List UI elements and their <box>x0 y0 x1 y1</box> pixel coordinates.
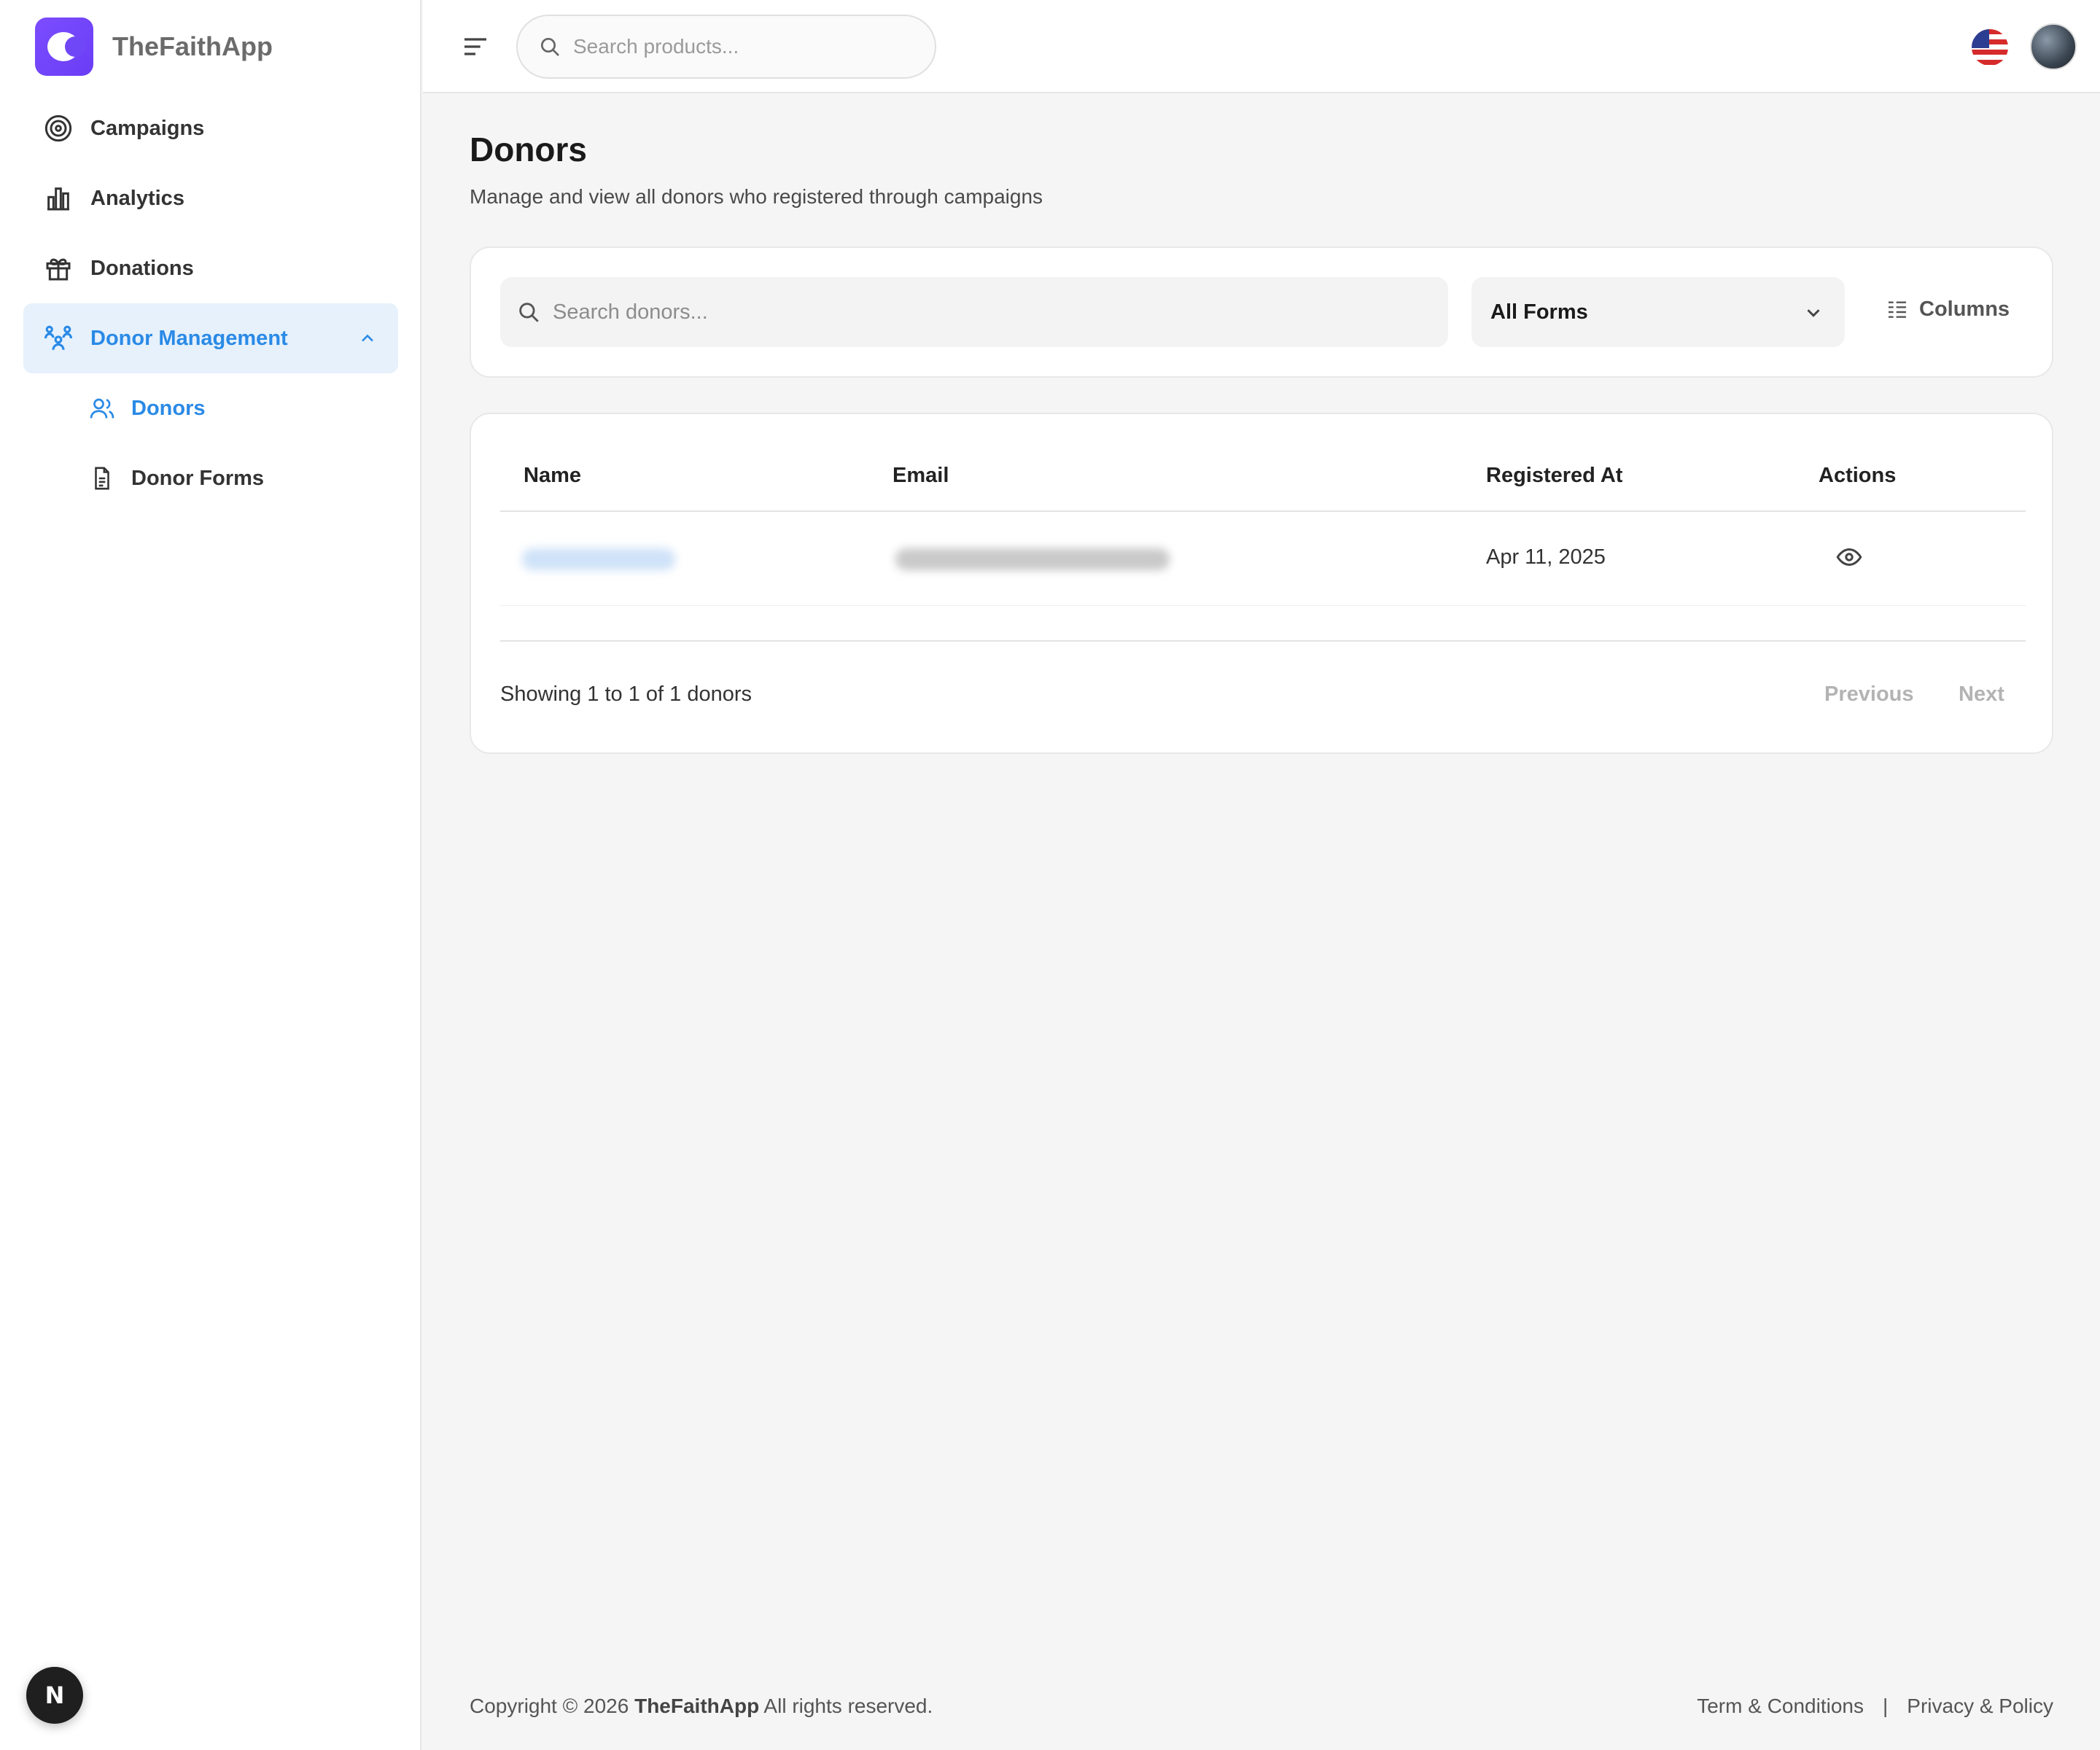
copyright-brand: TheFaithApp <box>634 1695 760 1717</box>
footer-divider <box>500 640 2026 642</box>
donor-registered-at: Apr 11, 2025 <box>1486 545 1606 569</box>
brand-name: TheFaithApp <box>112 31 273 61</box>
footer-separator: | <box>1883 1695 1889 1717</box>
brand[interactable]: TheFaithApp <box>35 18 273 76</box>
column-header-name[interactable]: Name <box>524 464 581 488</box>
sidebar-item-label: Campaigns <box>90 116 205 140</box>
topbar <box>423 0 2100 93</box>
avatar[interactable] <box>2030 23 2077 70</box>
form-filter-value: All Forms <box>1490 300 1588 324</box>
columns-icon <box>1889 301 1906 318</box>
donor-name-link[interactable] <box>522 548 675 570</box>
page-subtitle: Manage and view all donors who registere… <box>470 185 1043 208</box>
search-icon <box>541 38 559 56</box>
chevron-down-icon <box>1807 309 1820 317</box>
sidebar-subitem-donor-forms[interactable]: Donor Forms <box>23 443 398 513</box>
gift-icon <box>42 252 74 284</box>
row-divider <box>500 605 2026 606</box>
column-header-registered-at[interactable]: Registered At <box>1486 464 1622 488</box>
chevron-up-icon[interactable] <box>357 328 378 349</box>
previous-button[interactable]: Previous <box>1824 682 1914 707</box>
header-divider <box>500 510 2026 512</box>
dev-badge[interactable]: N <box>26 1667 83 1724</box>
sidebar-subitem-label: Donors <box>131 396 206 420</box>
search-icon <box>519 303 539 322</box>
donors-table: Name Email Registered At Actions Apr 11,… <box>470 413 2053 754</box>
column-header-email[interactable]: Email <box>892 464 949 488</box>
product-search-input[interactable] <box>573 35 909 58</box>
column-header-actions: Actions <box>1819 464 1897 487</box>
sidebar-item-analytics[interactable]: Analytics <box>23 163 398 233</box>
page-title: Donors <box>470 131 587 168</box>
form-filter-select[interactable]: All Forms <box>1471 277 1845 347</box>
sidebar-item-campaigns[interactable]: Campaigns <box>23 93 398 163</box>
target-icon <box>42 112 74 144</box>
next-button[interactable]: Next <box>1959 682 2004 707</box>
donor-search[interactable] <box>500 277 1448 347</box>
menu-toggle-icon[interactable] <box>461 32 490 61</box>
sidebar-subitem-label: Donor Forms <box>131 466 265 490</box>
users-group-icon <box>42 322 74 354</box>
product-search[interactable] <box>516 15 936 79</box>
footer-links: Term & Conditions | Privacy & Policy <box>1697 1695 2053 1718</box>
filter-card: All Forms Columns <box>470 246 2053 378</box>
users-icon <box>88 394 117 423</box>
columns-label: Columns <box>1919 297 2010 321</box>
sidebar-subitem-donors[interactable]: Donors <box>23 373 398 443</box>
terms-link[interactable]: Term & Conditions <box>1697 1695 1864 1718</box>
columns-button[interactable]: Columns <box>1886 289 2010 330</box>
privacy-link[interactable]: Privacy & Policy <box>1907 1695 2053 1718</box>
copyright: Copyright © 2026 TheFaithApp All rights … <box>470 1695 933 1718</box>
document-icon <box>88 464 117 493</box>
sidebar-item-donor-management[interactable]: Donor Management <box>23 303 398 373</box>
sidebar-item-label: Donor Management <box>90 326 288 350</box>
sidebar: TheFaithApp Campaigns Analytics Donation… <box>0 0 421 1750</box>
copyright-prefix: Copyright © 2026 <box>470 1695 629 1717</box>
pagination-summary: Showing 1 to 1 of 1 donors <box>500 682 752 706</box>
donor-search-input[interactable] <box>553 300 1413 324</box>
bar-chart-icon <box>42 182 74 214</box>
copyright-suffix: All rights reserved. <box>763 1695 933 1717</box>
sidebar-item-donations[interactable]: Donations <box>23 233 398 303</box>
donor-email <box>895 548 1170 570</box>
sidebar-nav: Campaigns Analytics Donations Donor Mana… <box>23 93 398 513</box>
eye-icon[interactable] <box>1836 544 1862 570</box>
app-root: TheFaithApp Campaigns Analytics Donation… <box>0 0 2100 1750</box>
brand-logo-icon <box>35 18 93 76</box>
flag-us-icon[interactable] <box>1972 29 2008 66</box>
sidebar-item-label: Donations <box>90 256 194 280</box>
sidebar-item-label: Analytics <box>90 186 184 210</box>
